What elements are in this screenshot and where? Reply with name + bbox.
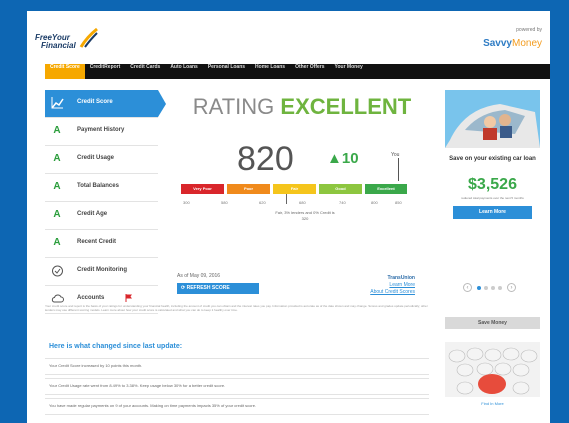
- grade-badge: A: [53, 125, 61, 136]
- ad-subtext: reduced total payments over the next 5 m…: [461, 196, 524, 200]
- logo-line2: Financial: [41, 41, 76, 50]
- sidebar-item-label: Total Balances: [77, 183, 119, 189]
- as-of-date: As of May 09, 2016: [177, 273, 221, 279]
- sidebar-item-credit-usage[interactable]: A Credit Usage: [45, 146, 158, 174]
- tick-label: 680: [299, 200, 306, 205]
- sidebar-item-credit-monitoring[interactable]: Credit Monitoring: [45, 258, 158, 286]
- nav-your-money[interactable]: Your Money: [330, 64, 368, 79]
- nav-other-offers[interactable]: Other Offers: [290, 64, 329, 79]
- app-frame: FreeYour Financial powered by SavvyMoney…: [27, 11, 550, 423]
- carousel-dot[interactable]: [498, 286, 502, 290]
- score-delta: ▲10: [327, 150, 359, 167]
- site-logo[interactable]: FreeYour Financial: [35, 27, 110, 59]
- tick-label: 740: [339, 200, 346, 205]
- grade-badge: A: [53, 237, 61, 248]
- sidebar: Credit Score A Payment History A Credit …: [45, 90, 166, 314]
- segment-excellent: Excellent: [365, 184, 407, 194]
- bureau-info: TransUnion Learn More About Credit Score…: [370, 275, 415, 296]
- sidebar-item-label: Payment History: [77, 127, 125, 133]
- carousel-next-button[interactable]: ›: [507, 283, 516, 292]
- list-item: You have made regular payments on 9 of y…: [45, 398, 429, 415]
- rating-heading: RATING EXCELLENT: [192, 94, 412, 119]
- grade-badge: A: [53, 181, 61, 192]
- carousel-dot[interactable]: [484, 286, 488, 290]
- partner-powered-label: powered by: [516, 27, 542, 33]
- bureau-name: TransUnion: [387, 275, 415, 281]
- sidebar-item-total-balances[interactable]: A Total Balances: [45, 174, 158, 202]
- sidebar-item-label: Recent Credit: [77, 239, 117, 245]
- segment-good: Good: [319, 184, 362, 194]
- average-note: Fair, 3% lenders and 0% Credit is 320: [275, 210, 335, 221]
- header: FreeYour Financial powered by SavvyMoney: [27, 11, 550, 64]
- save-money-header: Save Money: [445, 317, 540, 329]
- flag-icon: [125, 294, 132, 302]
- piggy-bank-image[interactable]: [445, 342, 540, 397]
- sidebar-item-label: Credit Age: [77, 211, 108, 217]
- learn-more-button[interactable]: Learn More: [453, 206, 532, 219]
- score-ticks: 300 580 620 680 740 800 850: [181, 200, 407, 206]
- refresh-score-button[interactable]: ⟳ REFRESH SCORE: [177, 283, 259, 294]
- sidebar-item-credit-score[interactable]: Credit Score: [45, 90, 166, 118]
- nav-credit-cards[interactable]: Credit Cards: [125, 64, 165, 79]
- carousel-controls: ‹ ›: [463, 283, 523, 293]
- carousel-prev-button[interactable]: ‹: [463, 283, 472, 292]
- ad-headline: Save on your existing car loan: [449, 156, 536, 162]
- sidebar-item-label: Credit Score: [77, 99, 113, 105]
- tick-label: 580: [221, 200, 228, 205]
- nav-credit-report[interactable]: CreditReport: [85, 64, 126, 79]
- tick-label: 300: [183, 200, 190, 205]
- partner-name: SavvyMoney: [483, 38, 542, 49]
- credit-score-value: 820: [237, 140, 294, 178]
- ad-amount: $3,526: [468, 176, 517, 193]
- grade-badge: A: [53, 209, 61, 220]
- about-scores-link[interactable]: About Credit Scores: [370, 289, 415, 296]
- sidebar-item-credit-age[interactable]: A Credit Age: [45, 202, 158, 230]
- list-item: Your Credit Usage rate went from 8.49% t…: [45, 378, 429, 395]
- car-photo-icon: [445, 90, 540, 148]
- lock-icon: [52, 265, 63, 277]
- refresh-score-label: REFRESH SCORE: [186, 285, 230, 291]
- logo-swoosh-icon: [79, 27, 98, 48]
- ad-car-image[interactable]: [445, 90, 540, 148]
- tick-label: 850: [395, 200, 402, 205]
- carousel-dot[interactable]: [477, 286, 481, 290]
- changes-heading: Here is what changed since last update:: [49, 343, 183, 350]
- carousel-dot[interactable]: [491, 286, 495, 290]
- sidebar-item-label: Accounts: [77, 295, 105, 301]
- grade-badge: A: [53, 153, 61, 164]
- changes-list: Your Credit Score increased by 10 points…: [45, 358, 429, 418]
- you-marker-line: [398, 158, 399, 181]
- chart-icon: [51, 97, 64, 109]
- sidebar-item-recent-credit[interactable]: A Recent Credit: [45, 230, 158, 258]
- segment-poor: Poor: [227, 184, 270, 194]
- list-item: Your Credit Score increased by 10 points…: [45, 358, 429, 375]
- segment-fair: Fair: [273, 184, 316, 194]
- piggy-bank-icon: [445, 342, 540, 397]
- disclaimer-text: Your credit score and report is the basi…: [45, 304, 428, 312]
- main-nav: Credit Score CreditReport Credit Cards A…: [45, 64, 550, 79]
- nav-personal-loans[interactable]: Personal Loans: [203, 64, 250, 79]
- sidebar-item-label: Credit Monitoring: [77, 267, 127, 273]
- sidebar-item-payment-history[interactable]: A Payment History: [45, 118, 158, 146]
- nav-credit-score[interactable]: Credit Score: [45, 64, 85, 79]
- nav-home-loans[interactable]: Home Loans: [250, 64, 290, 79]
- sidebar-item-label: Credit Usage: [77, 155, 115, 161]
- nav-auto-loans[interactable]: Auto Loans: [165, 64, 203, 79]
- segment-very-poor: Very Poor: [181, 184, 224, 194]
- partner-logo[interactable]: powered by SavvyMoney: [483, 27, 542, 51]
- tick-label: 620: [259, 200, 266, 205]
- find-more-link[interactable]: Find In More: [445, 401, 540, 406]
- tick-label: 800: [371, 200, 378, 205]
- learn-more-link[interactable]: Learn More: [370, 282, 415, 289]
- average-marker-line: [286, 194, 287, 204]
- score-range-bar: Very Poor Poor Fair Good Excellent: [181, 184, 407, 194]
